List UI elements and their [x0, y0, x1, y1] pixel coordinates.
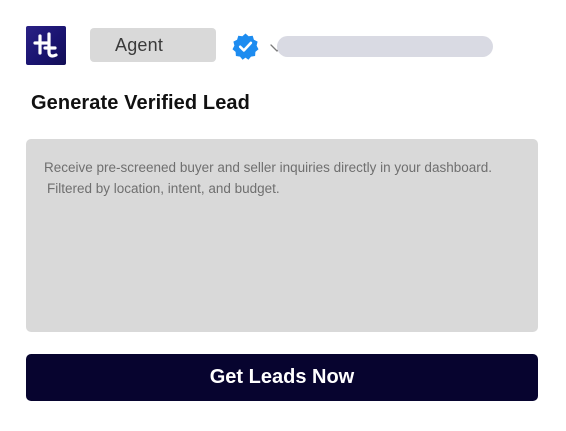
description-line: Filtered by location, intent, and budget… [47, 181, 280, 196]
description-box: Receive pre-screened buyer and seller in… [26, 139, 538, 332]
description-line: Receive pre-screened buyer and seller in… [44, 160, 492, 175]
card-title: Generate Verified Lead [31, 92, 250, 114]
lead-generation-card: Agent Generate Verified Lead Receive pre… [0, 0, 566, 431]
role-dropdown[interactable]: Agent [90, 28, 284, 62]
get-leads-button[interactable]: Get Leads Now [26, 354, 538, 401]
verified-badge-icon [231, 32, 260, 61]
brand-logo-icon [26, 26, 66, 65]
name-placeholder-bar [277, 36, 493, 57]
role-dropdown-value: Agent [115, 34, 164, 55]
